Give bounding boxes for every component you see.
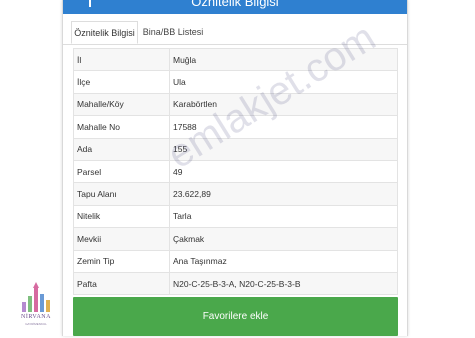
- row-label: Parsel: [73, 159, 170, 184]
- table-row: Mevkii Çakmak: [73, 227, 398, 251]
- row-value: Muğla: [169, 47, 398, 72]
- row-value: Tarla: [169, 204, 398, 229]
- attribute-panel: Öznitelik Bilgisi Öznitelik Bilgisi Bina…: [62, 0, 408, 336]
- row-label: İl: [73, 47, 170, 72]
- panel-title: Öznitelik Bilgisi: [191, 0, 279, 9]
- attribute-table: İl Muğla İlçe Ula Mahalle/Köy Karabörtle…: [73, 47, 398, 296]
- row-value: 23.622,89: [169, 182, 398, 206]
- row-value: 155: [169, 137, 398, 161]
- panel-header: Öznitelik Bilgisi: [63, 0, 407, 14]
- table-row: Ada 155: [73, 137, 398, 161]
- logo-subtitle: GAYRİMENKUL: [25, 322, 47, 326]
- row-label: Nitelik: [73, 204, 170, 229]
- row-label: İlçe: [73, 70, 170, 94]
- row-value: 49: [169, 159, 398, 184]
- row-label: Mevkii: [73, 227, 170, 251]
- row-value: Ula: [169, 70, 398, 94]
- tab-building-list[interactable]: Bina/BB Listesi: [141, 21, 205, 44]
- nirvana-logo: NİRVANA GAYRİMENKUL: [14, 278, 58, 328]
- logo-emblem-icon: [22, 282, 50, 312]
- row-value: 17588: [169, 115, 398, 139]
- table-row: Nitelik Tarla: [73, 204, 398, 229]
- tab-attribute-info[interactable]: Öznitelik Bilgisi: [71, 21, 138, 44]
- table-row: İlçe Ula: [73, 70, 398, 94]
- row-label: Zemin Tip: [73, 249, 170, 273]
- row-value: Karabörtlen: [169, 92, 398, 117]
- logo-name: NİRVANA: [21, 314, 51, 320]
- tab-bar: Öznitelik Bilgisi Bina/BB Listesi: [63, 14, 407, 45]
- row-label: Pafta: [73, 271, 170, 296]
- table-row: Mahalle No 17588: [73, 115, 398, 139]
- row-value: Çakmak: [169, 227, 398, 251]
- row-label: Ada: [73, 137, 170, 161]
- table-row: Pafta N20-C-25-B-3-A, N20-C-25-B-3-B: [73, 271, 398, 296]
- row-value: N20-C-25-B-3-A, N20-C-25-B-3-B: [169, 271, 398, 296]
- table-row: Zemin Tip Ana Taşınmaz: [73, 249, 398, 273]
- add-to-favorites-button[interactable]: Favorilere ekle: [73, 297, 398, 336]
- table-row: Tapu Alanı 23.622,89: [73, 182, 398, 206]
- table-row: Parsel 49: [73, 159, 398, 184]
- row-label: Mahalle/Köy: [73, 92, 170, 117]
- row-label: Tapu Alanı: [73, 182, 170, 206]
- row-value: Ana Taşınmaz: [169, 249, 398, 273]
- row-label: Mahalle No: [73, 115, 170, 139]
- table-row: Mahalle/Köy Karabörtlen: [73, 92, 398, 117]
- table-row: İl Muğla: [73, 47, 398, 72]
